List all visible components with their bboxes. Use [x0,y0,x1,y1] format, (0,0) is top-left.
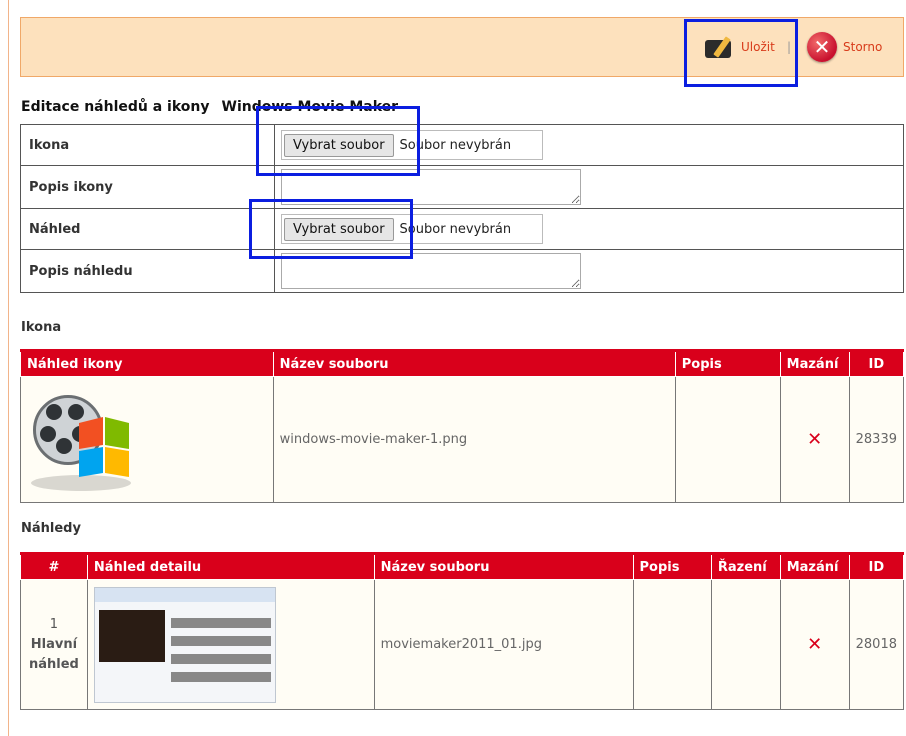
col-delete: Mazání [779,552,850,580]
save-label: Uložit [741,40,775,54]
col-filename: Název souboru [272,349,676,377]
icon-description-cell [274,165,904,209]
icon-label: Ikona [20,124,275,166]
preview-file-cell: Vybrat soubor Soubor nevybrán [274,208,904,250]
previews-table: # Náhled detailu Název souboru Popis Řaz… [20,552,905,710]
col-description: Popis [674,349,781,377]
preview-sorting [710,579,781,710]
icon-table: Náhled ikony Název souboru Popis Mazání … [20,349,905,503]
icon-delete-cell: ✕ [779,376,850,503]
icon-id: 28339 [848,376,905,503]
icon-description [674,376,781,503]
preview-description-cell [274,249,904,293]
main-preview-label-2: náhled [29,656,79,672]
preview-description-label: Popis náhledu [20,249,275,293]
preview-id: 28018 [848,579,905,710]
preview-file-input[interactable]: Vybrat soubor Soubor nevybrán [281,214,543,244]
icon-table-header: Náhled ikony Název souboru Popis Mazání … [20,349,905,377]
page-left-border [8,0,9,736]
col-icon-preview: Náhled ikony [20,349,274,377]
col-detail-preview: Náhled detailu [86,552,375,580]
delete-icon[interactable]: ✕ [807,429,822,450]
movie-maker-screenshot [93,586,276,703]
col-filename: Název souboru [373,552,634,580]
movie-maker-icon [27,385,137,495]
toolbar-separator: | [787,40,792,54]
cancel-button[interactable]: ✕ Storno [807,32,882,62]
previews-table-header: # Náhled detailu Název souboru Popis Řaz… [20,552,905,580]
previews-section-title: Náhledy [21,521,81,536]
preview-description-textarea[interactable] [281,253,581,289]
table-row: windows-movie-maker-1.png ✕ 28339 [20,376,905,503]
page-title: Editace náhledů a ikony Windows Movie Mak… [21,99,398,115]
cancel-label: Storno [843,40,883,54]
col-sorting: Řazení [710,552,781,580]
icon-file-cell: Vybrat soubor Soubor nevybrán [274,124,904,166]
col-delete: Mazání [779,349,850,377]
icon-choose-file-button[interactable]: Vybrat soubor [284,133,394,157]
preview-order-number: 1 [49,616,59,632]
col-id: ID [848,349,905,377]
icon-file-input[interactable]: Vybrat soubor Soubor nevybrán [281,130,543,160]
preview-thumbnail-cell [86,579,375,710]
close-icon: ✕ [807,32,837,62]
preview-label: Náhled [20,208,275,250]
icon-file-status: Soubor nevybrán [399,137,512,153]
save-button[interactable]: Uložit [705,32,775,62]
upload-form: Ikona Vybrat soubor Soubor nevybrán Popi… [20,124,904,293]
preview-delete-cell: ✕ [779,579,850,710]
app-name: Windows Movie Maker [221,99,399,115]
delete-icon[interactable]: ✕ [807,634,822,655]
preview-description [632,579,712,710]
preview-choose-file-button[interactable]: Vybrat soubor [284,217,394,241]
table-row: 1 Hlavní náhled moviemaker2011_01.jpg ✕ … [20,579,905,710]
main-preview-label-1: Hlavní [30,636,78,652]
icon-filename: windows-movie-maker-1.png [272,376,676,503]
preview-order-cell: 1 Hlavní náhled [20,579,88,710]
page-title-text: Editace náhledů a ikony [21,99,210,115]
icon-description-textarea[interactable] [281,169,581,205]
col-id: ID [848,552,905,580]
action-toolbar: Uložit | ✕ Storno [20,17,904,77]
icon-description-label: Popis ikony [20,165,275,209]
col-order: # [20,552,88,580]
save-icon [705,34,735,60]
col-description: Popis [632,552,712,580]
preview-filename: moviemaker2011_01.jpg [373,579,634,710]
preview-file-status: Soubor nevybrán [399,221,512,237]
icon-section-title: Ikona [21,320,62,335]
icon-thumbnail-cell [20,376,274,503]
